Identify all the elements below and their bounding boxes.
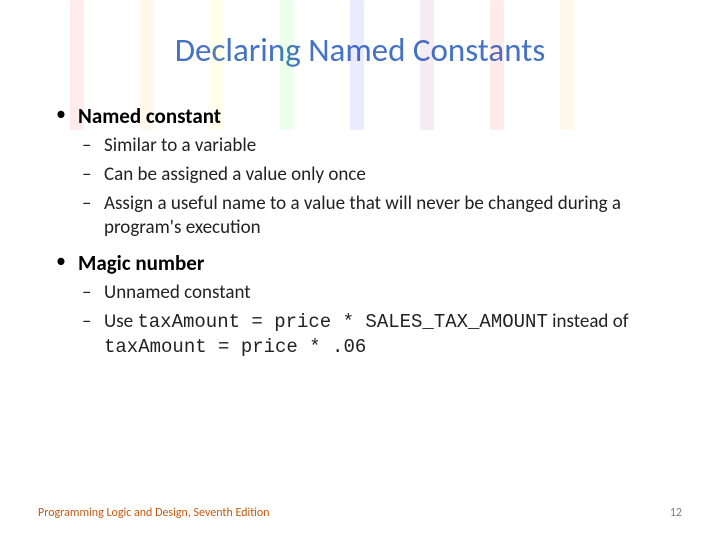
code-text: taxAmount = price * SALES_TAX_AMOUNT <box>137 311 547 333</box>
bullet-list: Named constant Similar to a variable Can… <box>50 102 670 360</box>
sub-item: Assign a useful name to a value that wil… <box>78 192 670 241</box>
sub-text: Use <box>104 310 137 333</box>
sub-item: Can be assigned a value only once <box>78 163 670 188</box>
sub-item: Similar to a variable <box>78 134 670 159</box>
slide: Declaring Named Constants Named constant… <box>0 0 720 540</box>
page-number: 12 <box>670 506 682 520</box>
footer-text: Programming Logic and Design, Seventh Ed… <box>38 506 270 520</box>
bullet-item: Magic number Unnamed constant Use taxAmo… <box>50 249 670 359</box>
sub-item: Use taxAmount = price * SALES_TAX_AMOUNT… <box>78 310 670 359</box>
bullet-item: Named constant Similar to a variable Can… <box>50 102 670 241</box>
bullet-label: Magic number <box>78 250 204 276</box>
sub-item: Unnamed constant <box>78 281 670 306</box>
bullet-label: Named constant <box>78 103 221 129</box>
sub-text: instead of <box>548 310 629 333</box>
code-text: taxAmount = price * .06 <box>104 336 366 358</box>
sub-list: Unnamed constant Use taxAmount = price *… <box>78 281 670 359</box>
sub-list: Similar to a variable Can be assigned a … <box>78 134 670 241</box>
